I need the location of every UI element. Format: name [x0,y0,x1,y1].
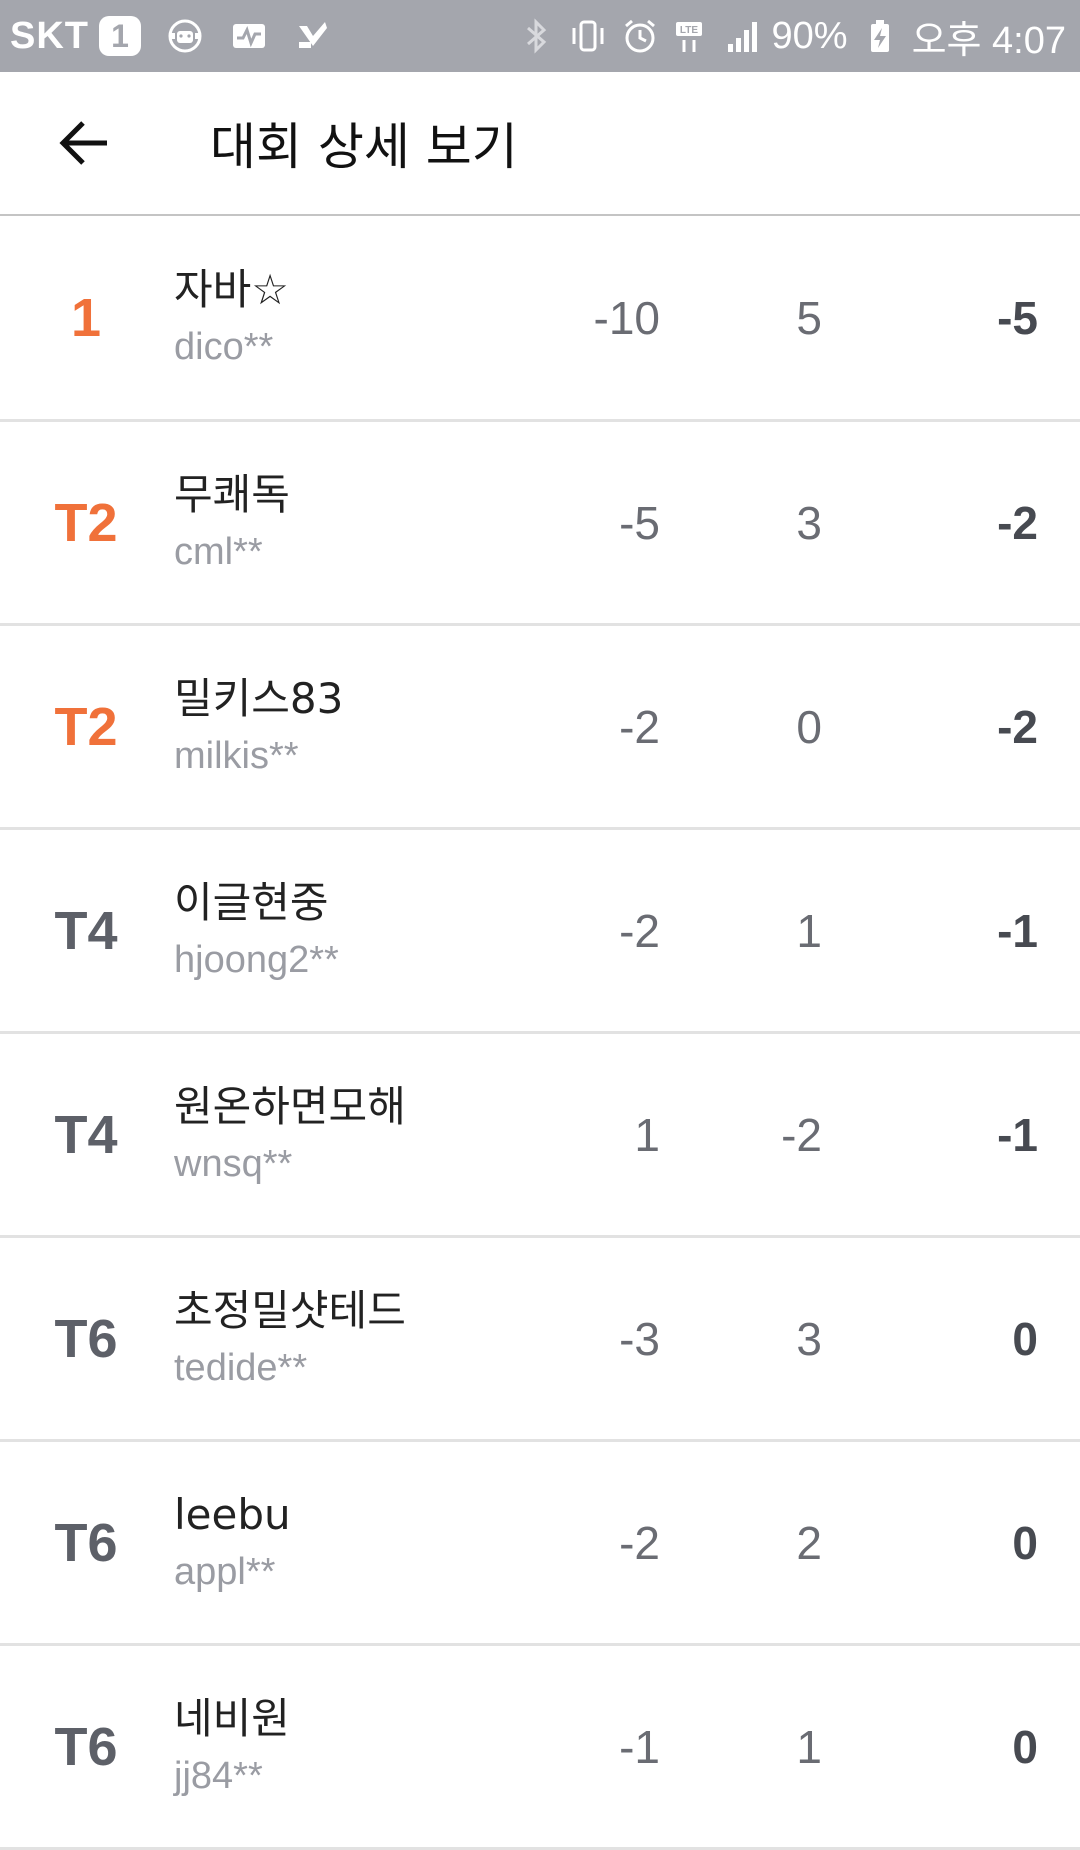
player-id: tedide** [174,1346,308,1389]
activity-icon [229,16,269,56]
round2-score: -2 [781,1108,822,1161]
leaderboard-row[interactable]: T4 이글현중 hjoong2** -2 1 -1 [0,830,1080,1034]
player-info: 무쾌독 cml** [174,422,290,623]
total-score: 0 [1012,1312,1038,1365]
rank: T4 [54,900,118,961]
player-name: 원온하면모해 [174,1081,406,1131]
player-id: wnsq** [174,1142,293,1185]
leaderboard-row[interactable]: T6 초정밀샷테드 tedide** -3 3 0 [0,1238,1080,1442]
round1-score: -2 [619,1516,660,1569]
round2-score: 3 [796,496,822,549]
page-title: 대회 상세 보기 [210,118,518,176]
rank: T6 [54,1512,118,1573]
round2-score: 1 [796,904,822,957]
vibrate-icon [568,16,608,56]
player-id: cml** [174,530,263,573]
player-id: hjoong2** [174,938,339,981]
android-icon [165,16,205,56]
alarm-icon [620,16,660,56]
player-info: leebu appl** [174,1442,291,1643]
leaderboard-row[interactable]: 1 자바☆ dico** -10 5 -5 [0,216,1080,422]
total-score: 0 [1012,1516,1038,1569]
round2-score: 5 [796,291,822,344]
total-score: 0 [1012,1720,1038,1773]
player-name: 네비원 [174,1693,290,1743]
total-score: -2 [997,700,1038,753]
rank: T6 [54,1716,118,1777]
carrier-label: SKT [10,14,89,57]
total-score: -2 [997,496,1038,549]
status-bar: SKT 1 LTE 90% 오후 4:07 [0,0,1080,72]
total-score: -1 [997,904,1038,957]
leaderboard-row[interactable]: T2 무쾌독 cml** -5 3 -2 [0,422,1080,626]
rank: T4 [54,1104,118,1165]
round1-score: -10 [593,291,660,344]
player-id: dico** [174,325,274,368]
total-score: -1 [997,1108,1038,1161]
total-score: -5 [997,291,1038,344]
status-bar-left: SKT 1 [10,15,333,58]
sim-slot-badge: 1 [99,16,141,56]
player-name: 무쾌독 [174,469,290,519]
player-info: 네비원 jj84** [174,1646,290,1847]
player-name: 자바☆ [174,264,289,314]
bluetooth-icon [516,16,556,56]
check-icon [293,16,333,56]
leaderboard-row[interactable]: T6 네비원 jj84** -1 1 0 [0,1646,1080,1850]
player-info: 밀키스83 milkis** [174,626,343,827]
player-id: jj84** [174,1754,263,1797]
round2-score: 3 [796,1312,822,1365]
leaderboard-row[interactable]: T2 밀키스83 milkis** -2 0 -2 [0,626,1080,830]
signal-icon [724,16,764,56]
round1-score: -5 [619,496,660,549]
round1-score: -3 [619,1312,660,1365]
round1-score: -2 [619,904,660,957]
player-info: 이글현중 hjoong2** [174,830,339,1031]
rank: 1 [70,287,102,348]
app-bar: 대회 상세 보기 [0,72,1080,216]
round1-score: 1 [634,1108,660,1161]
leaderboard-list: 1 자바☆ dico** -10 5 -5 T2 무쾌독 cml** -5 3 … [0,216,1080,1850]
round1-score: -1 [619,1720,660,1773]
player-info: 초정밀샷테드 tedide** [174,1238,406,1439]
round2-score: 0 [796,700,822,753]
lte-icon: LTE [672,16,712,56]
back-arrow-icon [59,121,107,165]
player-info: 원온하면모해 wnsq** [174,1034,406,1235]
rank: T6 [54,1308,118,1369]
back-button[interactable] [50,109,118,177]
player-name: 이글현중 [174,877,329,927]
round2-score: 1 [796,1720,822,1773]
battery-charging-icon [860,16,900,56]
leaderboard-row[interactable]: T6 leebu appl** -2 2 0 [0,1442,1080,1646]
player-id: milkis** [174,734,299,777]
rank: T2 [54,696,118,757]
svg-text:LTE: LTE [679,25,697,36]
round2-score: 2 [796,1516,822,1569]
player-name: 밀키스83 [174,673,344,723]
player-name: leebu [174,1489,291,1539]
leaderboard-row[interactable]: T4 원온하면모해 wnsq** 1 -2 -1 [0,1034,1080,1238]
battery-percent: 90% [771,14,848,57]
player-id: appl** [174,1550,276,1593]
player-name: 초정밀샷테드 [174,1285,406,1335]
round1-score: -2 [619,700,660,753]
player-info: 자바☆ dico** [174,216,289,419]
status-bar-right: LTE 90% 오후 4:07 [504,9,1066,64]
clock: 오후 4:07 [911,19,1066,62]
rank: T2 [54,492,118,553]
